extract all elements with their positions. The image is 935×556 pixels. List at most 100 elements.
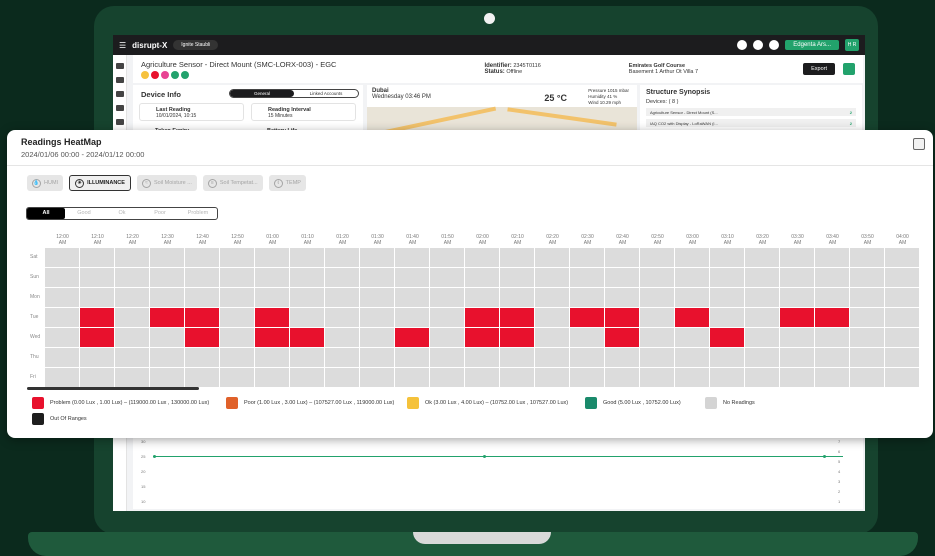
heatmap-cell[interactable]: [80, 348, 114, 367]
heatmap-cell[interactable]: [885, 288, 919, 307]
heatmap-cell[interactable]: [745, 348, 779, 367]
heatmap-cell-problem[interactable]: [255, 328, 289, 347]
heatmap-cell[interactable]: [535, 368, 569, 387]
heatmap-cell[interactable]: [815, 328, 849, 347]
filter-all[interactable]: All: [27, 208, 65, 219]
heatmap-cell[interactable]: [640, 368, 674, 387]
heatmap-cell[interactable]: [45, 348, 79, 367]
heatmap-cell-problem[interactable]: [185, 308, 219, 327]
heatmap-cell[interactable]: [640, 348, 674, 367]
heatmap-cell[interactable]: [815, 288, 849, 307]
heatmap-cell-problem[interactable]: [290, 328, 324, 347]
heatmap-cell[interactable]: [640, 248, 674, 267]
sensor-tab-temp[interactable]: ℓ TEMP: [268, 175, 306, 191]
sensor-tab-soil-temperature[interactable]: ≡ Soil Tempetat...: [202, 175, 263, 191]
heatmap-cell[interactable]: [395, 288, 429, 307]
heatmap-cell[interactable]: [710, 348, 744, 367]
heatmap-cell[interactable]: [150, 288, 184, 307]
building-icon[interactable]: [115, 77, 124, 83]
sensor-tab-humi[interactable]: 💧 HUMI: [27, 175, 64, 191]
data-point[interactable]: [483, 455, 486, 458]
heatmap-cell[interactable]: [360, 348, 394, 367]
heatmap-cell[interactable]: [45, 308, 79, 327]
heatmap-cell[interactable]: [570, 348, 604, 367]
heatmap-cell[interactable]: [570, 288, 604, 307]
heatmap-cell[interactable]: [220, 308, 254, 327]
heatmap-cell[interactable]: [430, 288, 464, 307]
heatmap-cell[interactable]: [185, 268, 219, 287]
heatmap-cell[interactable]: [675, 368, 709, 387]
heatmap-cell[interactable]: [710, 268, 744, 287]
heatmap-cell[interactable]: [710, 368, 744, 387]
heatmap-cell[interactable]: [290, 368, 324, 387]
heatmap-cell[interactable]: [535, 288, 569, 307]
heatmap-cell-problem[interactable]: [815, 308, 849, 327]
heatmap-cell[interactable]: [500, 268, 534, 287]
heatmap-cell[interactable]: [395, 368, 429, 387]
heatmap-cell[interactable]: [150, 248, 184, 267]
data-point[interactable]: [153, 455, 156, 458]
heatmap-cell[interactable]: [395, 268, 429, 287]
heatmap-cell[interactable]: [80, 288, 114, 307]
heatmap-cell[interactable]: [430, 348, 464, 367]
heatmap-cell[interactable]: [465, 348, 499, 367]
heatmap-cell[interactable]: [325, 288, 359, 307]
heatmap-cell[interactable]: [115, 288, 149, 307]
heatmap-cell[interactable]: [535, 248, 569, 267]
menu-icon[interactable]: ☰: [119, 41, 126, 50]
document-icon[interactable]: [115, 119, 124, 125]
heatmap-cell[interactable]: [885, 348, 919, 367]
heatmap-cell[interactable]: [430, 308, 464, 327]
heatmap-cell[interactable]: [850, 328, 884, 347]
sensor-tab-illuminance[interactable]: ☀ ILLUMINANCE: [69, 175, 131, 191]
heatmap-cell[interactable]: [675, 348, 709, 367]
heatmap-cell[interactable]: [290, 308, 324, 327]
heatmap-cell[interactable]: [605, 288, 639, 307]
heatmap-cell[interactable]: [675, 288, 709, 307]
heatmap-cell[interactable]: [780, 348, 814, 367]
heatmap-cell[interactable]: [570, 328, 604, 347]
heatmap-cell[interactable]: [45, 328, 79, 347]
heatmap-cell[interactable]: [395, 308, 429, 327]
heatmap-cell[interactable]: [570, 368, 604, 387]
heatmap-cell[interactable]: [45, 288, 79, 307]
heatmap-cell[interactable]: [255, 288, 289, 307]
heatmap-cell-problem[interactable]: [465, 308, 499, 327]
map-panel[interactable]: Dubai Wednesday 03:46 PM 25 °C Pressure …: [367, 85, 637, 136]
heatmap-cell[interactable]: [360, 328, 394, 347]
heatmap-cell[interactable]: [80, 248, 114, 267]
heatmap-cell[interactable]: [150, 328, 184, 347]
heatmap-cell[interactable]: [605, 248, 639, 267]
heatmap-cell[interactable]: [255, 368, 289, 387]
heatmap-cell[interactable]: [465, 288, 499, 307]
filter-poor[interactable]: Poor: [141, 208, 179, 219]
heatmap-cell[interactable]: [885, 268, 919, 287]
heatmap-cell[interactable]: [815, 348, 849, 367]
heatmap-cell[interactable]: [290, 348, 324, 367]
heatmap-cell-problem[interactable]: [675, 308, 709, 327]
tab-linked-accounts[interactable]: Linked Accounts: [294, 90, 358, 97]
data-point[interactable]: [823, 455, 826, 458]
heatmap-cell[interactable]: [780, 248, 814, 267]
heatmap-cell[interactable]: [745, 328, 779, 347]
heatmap-cell[interactable]: [640, 328, 674, 347]
avatar[interactable]: H R: [845, 39, 859, 51]
heatmap-cell[interactable]: [780, 288, 814, 307]
heatmap-cell[interactable]: [675, 328, 709, 347]
heatmap-cell[interactable]: [255, 248, 289, 267]
heatmap-cell[interactable]: [570, 268, 604, 287]
heatmap-cell[interactable]: [220, 268, 254, 287]
heatmap-cell[interactable]: [465, 248, 499, 267]
chart-icon[interactable]: [115, 105, 124, 111]
filter-good[interactable]: Good: [65, 208, 103, 219]
heatmap-cell[interactable]: [150, 368, 184, 387]
heatmap-cell-problem[interactable]: [780, 308, 814, 327]
heatmap-cell[interactable]: [675, 248, 709, 267]
heatmap-cell[interactable]: [710, 308, 744, 327]
heatmap-cell[interactable]: [850, 368, 884, 387]
heatmap-cell[interactable]: [605, 348, 639, 367]
heatmap-cell[interactable]: [500, 248, 534, 267]
structure-row[interactable]: IAQ CO2 with Display - LoRaWAN (I... 2: [646, 119, 856, 127]
heatmap-cell[interactable]: [430, 248, 464, 267]
heatmap-cell[interactable]: [430, 328, 464, 347]
